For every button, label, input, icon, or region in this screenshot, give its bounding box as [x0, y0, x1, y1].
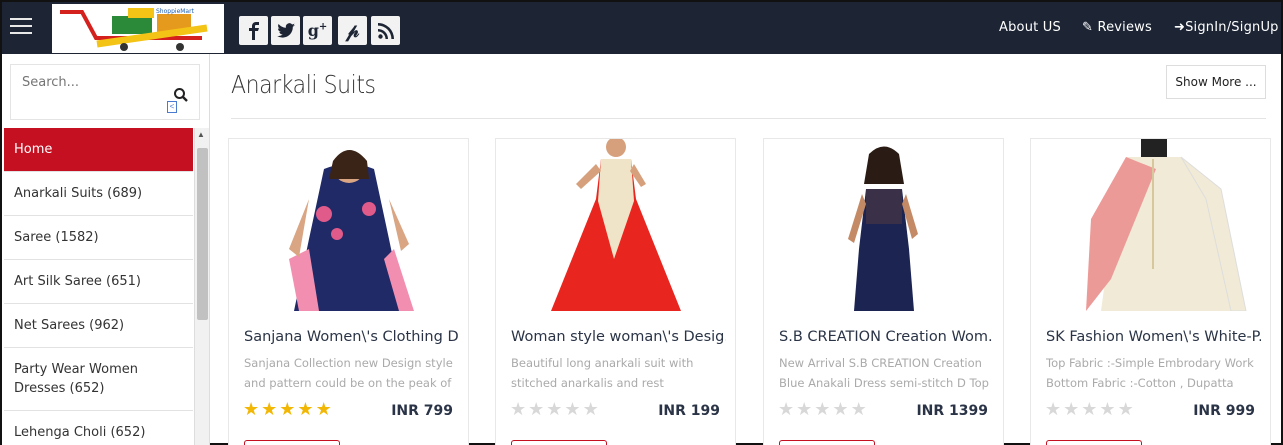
nav-signin-label: SignIn/SignUp [1185, 20, 1279, 35]
main-content: Anarkali Suits Show More ... Sanjana Wom… [212, 54, 1281, 445]
product-price: INR 1399 [916, 403, 988, 419]
category-item-anarkali-suits[interactable]: Anarkali Suits (689) [4, 172, 193, 216]
add-to-cart-button[interactable] [779, 440, 875, 445]
category-label: Net Sarees (962) [14, 318, 125, 333]
product-price: INR 999 [1193, 403, 1255, 419]
category-item-lehenga-choli[interactable]: Lehenga Choli (652) [4, 411, 193, 445]
star-icon: ★ [814, 399, 831, 419]
pinterest-icon[interactable]: 𝓅 [338, 16, 367, 45]
star-icon: ★ [778, 399, 795, 419]
product-title[interactable]: S.B CREATION Creation Wom... [779, 329, 994, 345]
category-label: Art Silk Saree (651) [14, 274, 141, 289]
star-icon: ★ [796, 399, 813, 419]
sidebar-scrollbar[interactable]: ▲ [194, 128, 209, 445]
nav-signin[interactable]: ➜SignIn/SignUp [1174, 20, 1279, 35]
star-icon: ★ [546, 399, 563, 419]
category-item-saree[interactable]: Saree (1582) [4, 216, 193, 260]
add-to-cart-button[interactable] [1046, 440, 1142, 445]
star-icon: ★ [297, 399, 314, 419]
sidebar: < Home Anarkali Suits (689) Saree (1582)… [2, 54, 210, 445]
sign-in-icon: ➜ [1174, 20, 1186, 35]
product-image[interactable] [764, 139, 1003, 311]
category-label: Saree (1582) [14, 230, 99, 245]
star-icon: ★ [243, 399, 260, 419]
product-card[interactable]: S.B CREATION Creation Wom... New Arrival… [763, 138, 1004, 445]
product-card[interactable]: Sanjana Women\'s Clothing D... Sanjana C… [228, 138, 469, 445]
twitter-icon[interactable] [271, 16, 300, 45]
nav-reviews-label: Reviews [1097, 20, 1152, 35]
star-icon: ★ [850, 399, 867, 419]
scroll-up-arrow-icon[interactable]: ▲ [197, 130, 205, 139]
scroll-thumb[interactable] [197, 148, 208, 320]
star-icon: ★ [528, 399, 545, 419]
rating-stars: ★ ★ ★ ★ ★ [778, 400, 867, 418]
nav-about-label: About US [999, 20, 1061, 35]
product-title[interactable]: Sanjana Women\'s Clothing D... [244, 329, 459, 345]
star-icon: ★ [261, 399, 278, 419]
rss-icon[interactable] [371, 16, 400, 45]
rating-stars: ★ ★ ★ ★ ★ [510, 400, 599, 418]
product-description: Sanjana Collection new Design style and … [244, 356, 453, 390]
star-icon: ★ [510, 399, 527, 419]
nav-reviews[interactable]: ✎ Reviews [1082, 20, 1152, 35]
category-item-net-sarees[interactable]: Net Sarees (962) [4, 304, 193, 348]
search-box: < [10, 64, 200, 120]
category-label: Lehenga Choli (652) [14, 425, 146, 440]
show-more-button[interactable]: Show More ... [1166, 65, 1266, 99]
category-label: Home [14, 142, 53, 157]
product-description: New Arrival S.B CREATION Creation Blue A… [779, 356, 989, 390]
star-icon: ★ [564, 399, 581, 419]
category-item-art-silk-saree[interactable]: Art Silk Saree (651) [4, 260, 193, 304]
product-description: Beautiful long anarkali suit with stitch… [511, 356, 694, 390]
star-icon: ★ [1063, 399, 1080, 419]
category-item-party-wear[interactable]: Party Wear Women Dresses (652) [4, 348, 193, 411]
product-description: Top Fabric :-Simple Embrodary Work Botto… [1046, 356, 1254, 390]
star-icon: ★ [1081, 399, 1098, 419]
product-price: INR 799 [391, 403, 453, 419]
star-icon: ★ [315, 399, 332, 419]
nav-about-us[interactable]: About US [999, 20, 1061, 35]
star-icon: ★ [1099, 399, 1116, 419]
google-plus-icon[interactable]: g+ [303, 16, 332, 45]
product-title[interactable]: SK Fashion Women\'s White-P... [1046, 329, 1261, 345]
product-card[interactable]: Woman style woman\'s Desig... Beautiful … [495, 138, 736, 445]
product-image[interactable] [496, 139, 735, 311]
rating-stars: ★ ★ ★ ★ ★ [1045, 400, 1134, 418]
pencil-icon: ✎ [1082, 20, 1094, 35]
star-icon: ★ [832, 399, 849, 419]
product-price: INR 199 [658, 403, 720, 419]
product-title[interactable]: Woman style woman\'s Desig... [511, 329, 726, 345]
star-icon: ★ [582, 399, 599, 419]
category-item-home[interactable]: Home [4, 128, 193, 172]
category-label: Party Wear Women Dresses (652) [14, 362, 138, 396]
site-logo[interactable]: ShoppieMart [52, 4, 224, 53]
star-icon: ★ [1117, 399, 1134, 419]
page-title: Anarkali Suits [231, 70, 376, 99]
add-to-cart-button[interactable] [511, 440, 607, 445]
search-input[interactable] [11, 65, 161, 99]
top-navbar: ShoppieMart g+ 𝓅 About US ✎ Reviews ➜Sig… [2, 2, 1281, 54]
rating-stars: ★ ★ ★ ★ ★ [243, 400, 332, 418]
product-card[interactable]: SK Fashion Women\'s White-P... Top Fabri… [1030, 138, 1271, 445]
facebook-icon[interactable] [239, 16, 268, 45]
add-to-cart-button[interactable] [244, 440, 340, 445]
product-image[interactable] [229, 139, 468, 311]
menu-icon[interactable] [10, 18, 32, 36]
svg-text:ShoppieMart: ShoppieMart [156, 8, 195, 15]
category-label: Anarkali Suits (689) [14, 186, 143, 201]
star-icon: ★ [1045, 399, 1062, 419]
product-image[interactable] [1031, 139, 1270, 311]
star-icon: ★ [279, 399, 296, 419]
input-tool-icon[interactable]: < [167, 101, 177, 113]
divider [231, 118, 1266, 119]
category-list: Home Anarkali Suits (689) Saree (1582) A… [4, 128, 193, 445]
